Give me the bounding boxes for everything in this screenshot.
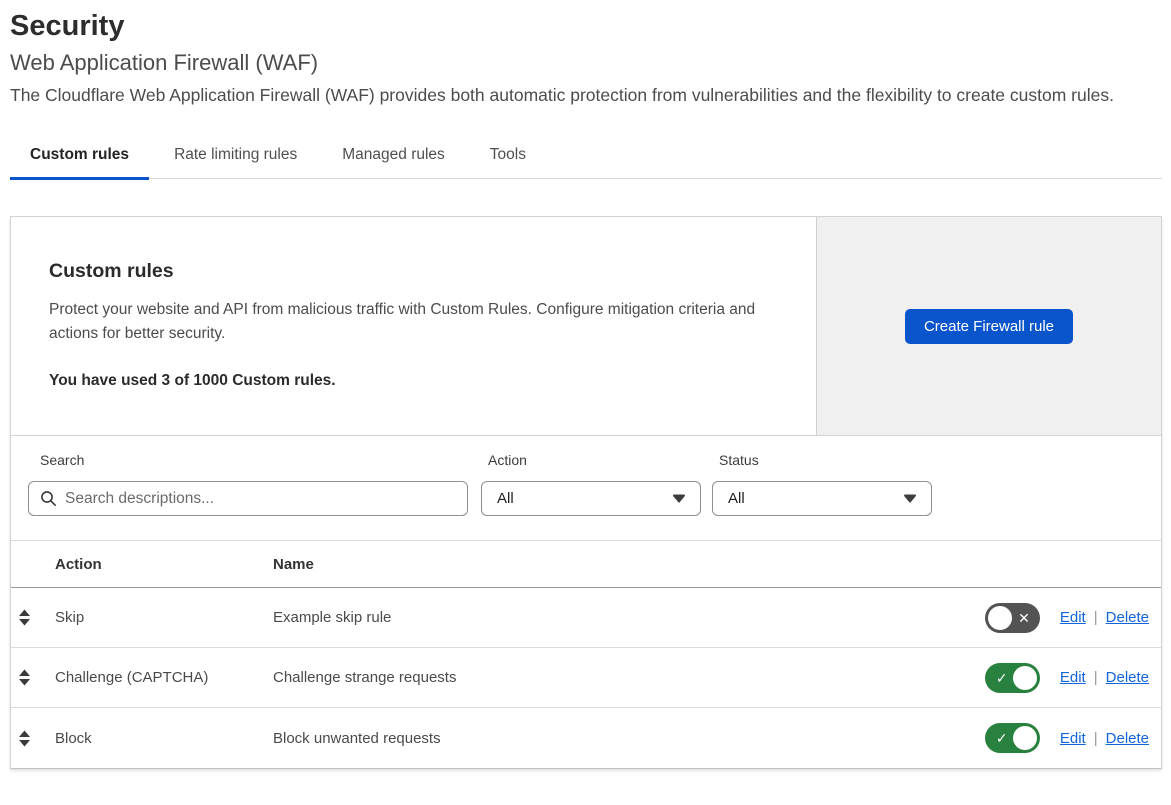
rule-name: Challenge strange requests: [273, 669, 457, 686]
status-filter-select[interactable]: All: [712, 481, 932, 516]
check-icon: ✓: [995, 730, 1008, 746]
rule-name: Block unwanted requests: [273, 729, 441, 747]
search-label: Search: [40, 452, 85, 468]
cross-icon: ✕: [1018, 609, 1030, 626]
chevron-down-icon: [904, 494, 916, 503]
tab-bar: Custom rules Rate limiting rules Managed…: [10, 146, 1162, 180]
tab-custom-rules[interactable]: Custom rules: [10, 146, 150, 180]
action-filter-select[interactable]: All: [481, 481, 701, 516]
filter-bar: Search Action All: [11, 436, 1161, 540]
column-header-action: Action: [55, 555, 102, 573]
usage-count-text: You have used 3 of 1000 Custom rules.: [49, 372, 336, 389]
rule-enabled-toggle[interactable]: ✓ ✕: [984, 723, 1040, 753]
chevron-down-icon: [673, 494, 685, 503]
drag-handle-icon[interactable]: [18, 669, 31, 686]
tab-managed-rules[interactable]: Managed rules: [322, 146, 465, 178]
tab-rate-limiting-rules[interactable]: Rate limiting rules: [154, 146, 317, 178]
page-description: The Cloudflare Web Application Firewall …: [10, 85, 1114, 105]
rule-action: Challenge (CAPTCHA): [55, 669, 209, 686]
rule-action: Block: [55, 729, 92, 747]
status-filter-value: All: [728, 490, 745, 507]
toggle-knob: [987, 605, 1012, 630]
rules-table: Action Name Skip Example skip rule ✕ Edi…: [11, 540, 1161, 768]
drag-handle-icon[interactable]: [18, 609, 31, 626]
card-heading: Custom rules: [49, 260, 174, 282]
edit-rule-link[interactable]: Edit: [1060, 669, 1086, 686]
column-header-name: Name: [273, 555, 314, 573]
create-firewall-rule-button[interactable]: Create Firewall rule: [904, 308, 1074, 344]
link-separator: |: [1093, 669, 1098, 686]
rule-action: Skip: [55, 609, 85, 626]
custom-rules-summary: Custom rules Protect your website and AP…: [11, 217, 1161, 436]
drag-handle-icon[interactable]: [18, 730, 31, 747]
tab-tools[interactable]: Tools: [470, 146, 546, 178]
edit-rule-link[interactable]: Edit: [1060, 730, 1086, 747]
edit-rule-link[interactable]: Edit: [1060, 609, 1086, 626]
link-separator: |: [1093, 729, 1098, 747]
rule-enabled-toggle[interactable]: ✓ ✕: [984, 602, 1040, 633]
search-icon: [41, 491, 56, 506]
card-description: Protect your website and API from malici…: [49, 301, 756, 342]
toggle-knob: [1012, 726, 1037, 750]
page-subtitle: Web Application Firewall (WAF): [10, 50, 319, 75]
page-title: Security: [10, 10, 125, 42]
delete-rule-link[interactable]: Delete: [1106, 609, 1149, 626]
cta-panel: Create Firewall rule: [816, 217, 1161, 435]
action-filter-label: Action: [488, 452, 527, 468]
status-filter-label: Status: [719, 452, 759, 468]
link-separator: |: [1093, 609, 1098, 626]
toggle-knob: [1012, 665, 1037, 690]
rule-name: Example skip rule: [273, 609, 392, 626]
check-icon: ✓: [995, 669, 1008, 686]
table-row: Block Block unwanted requests ✓ ✕ Edit | D…: [11, 708, 1161, 768]
table-header-row: Action Name: [11, 540, 1161, 588]
search-input[interactable]: [28, 481, 468, 516]
action-filter-value: All: [497, 490, 514, 507]
rule-enabled-toggle[interactable]: ✓ ✕: [984, 662, 1040, 693]
custom-rules-card: Custom rules Protect your website and AP…: [10, 216, 1162, 769]
table-row: Challenge (CAPTCHA) Challenge strange re…: [11, 648, 1161, 708]
delete-rule-link[interactable]: Delete: [1106, 730, 1149, 747]
delete-rule-link[interactable]: Delete: [1106, 669, 1149, 686]
table-row: Skip Example skip rule ✓ ✕ Edit | Delete: [11, 588, 1161, 648]
security-page: Security Web Application Firewall (WAF) …: [0, 0, 1171, 769]
